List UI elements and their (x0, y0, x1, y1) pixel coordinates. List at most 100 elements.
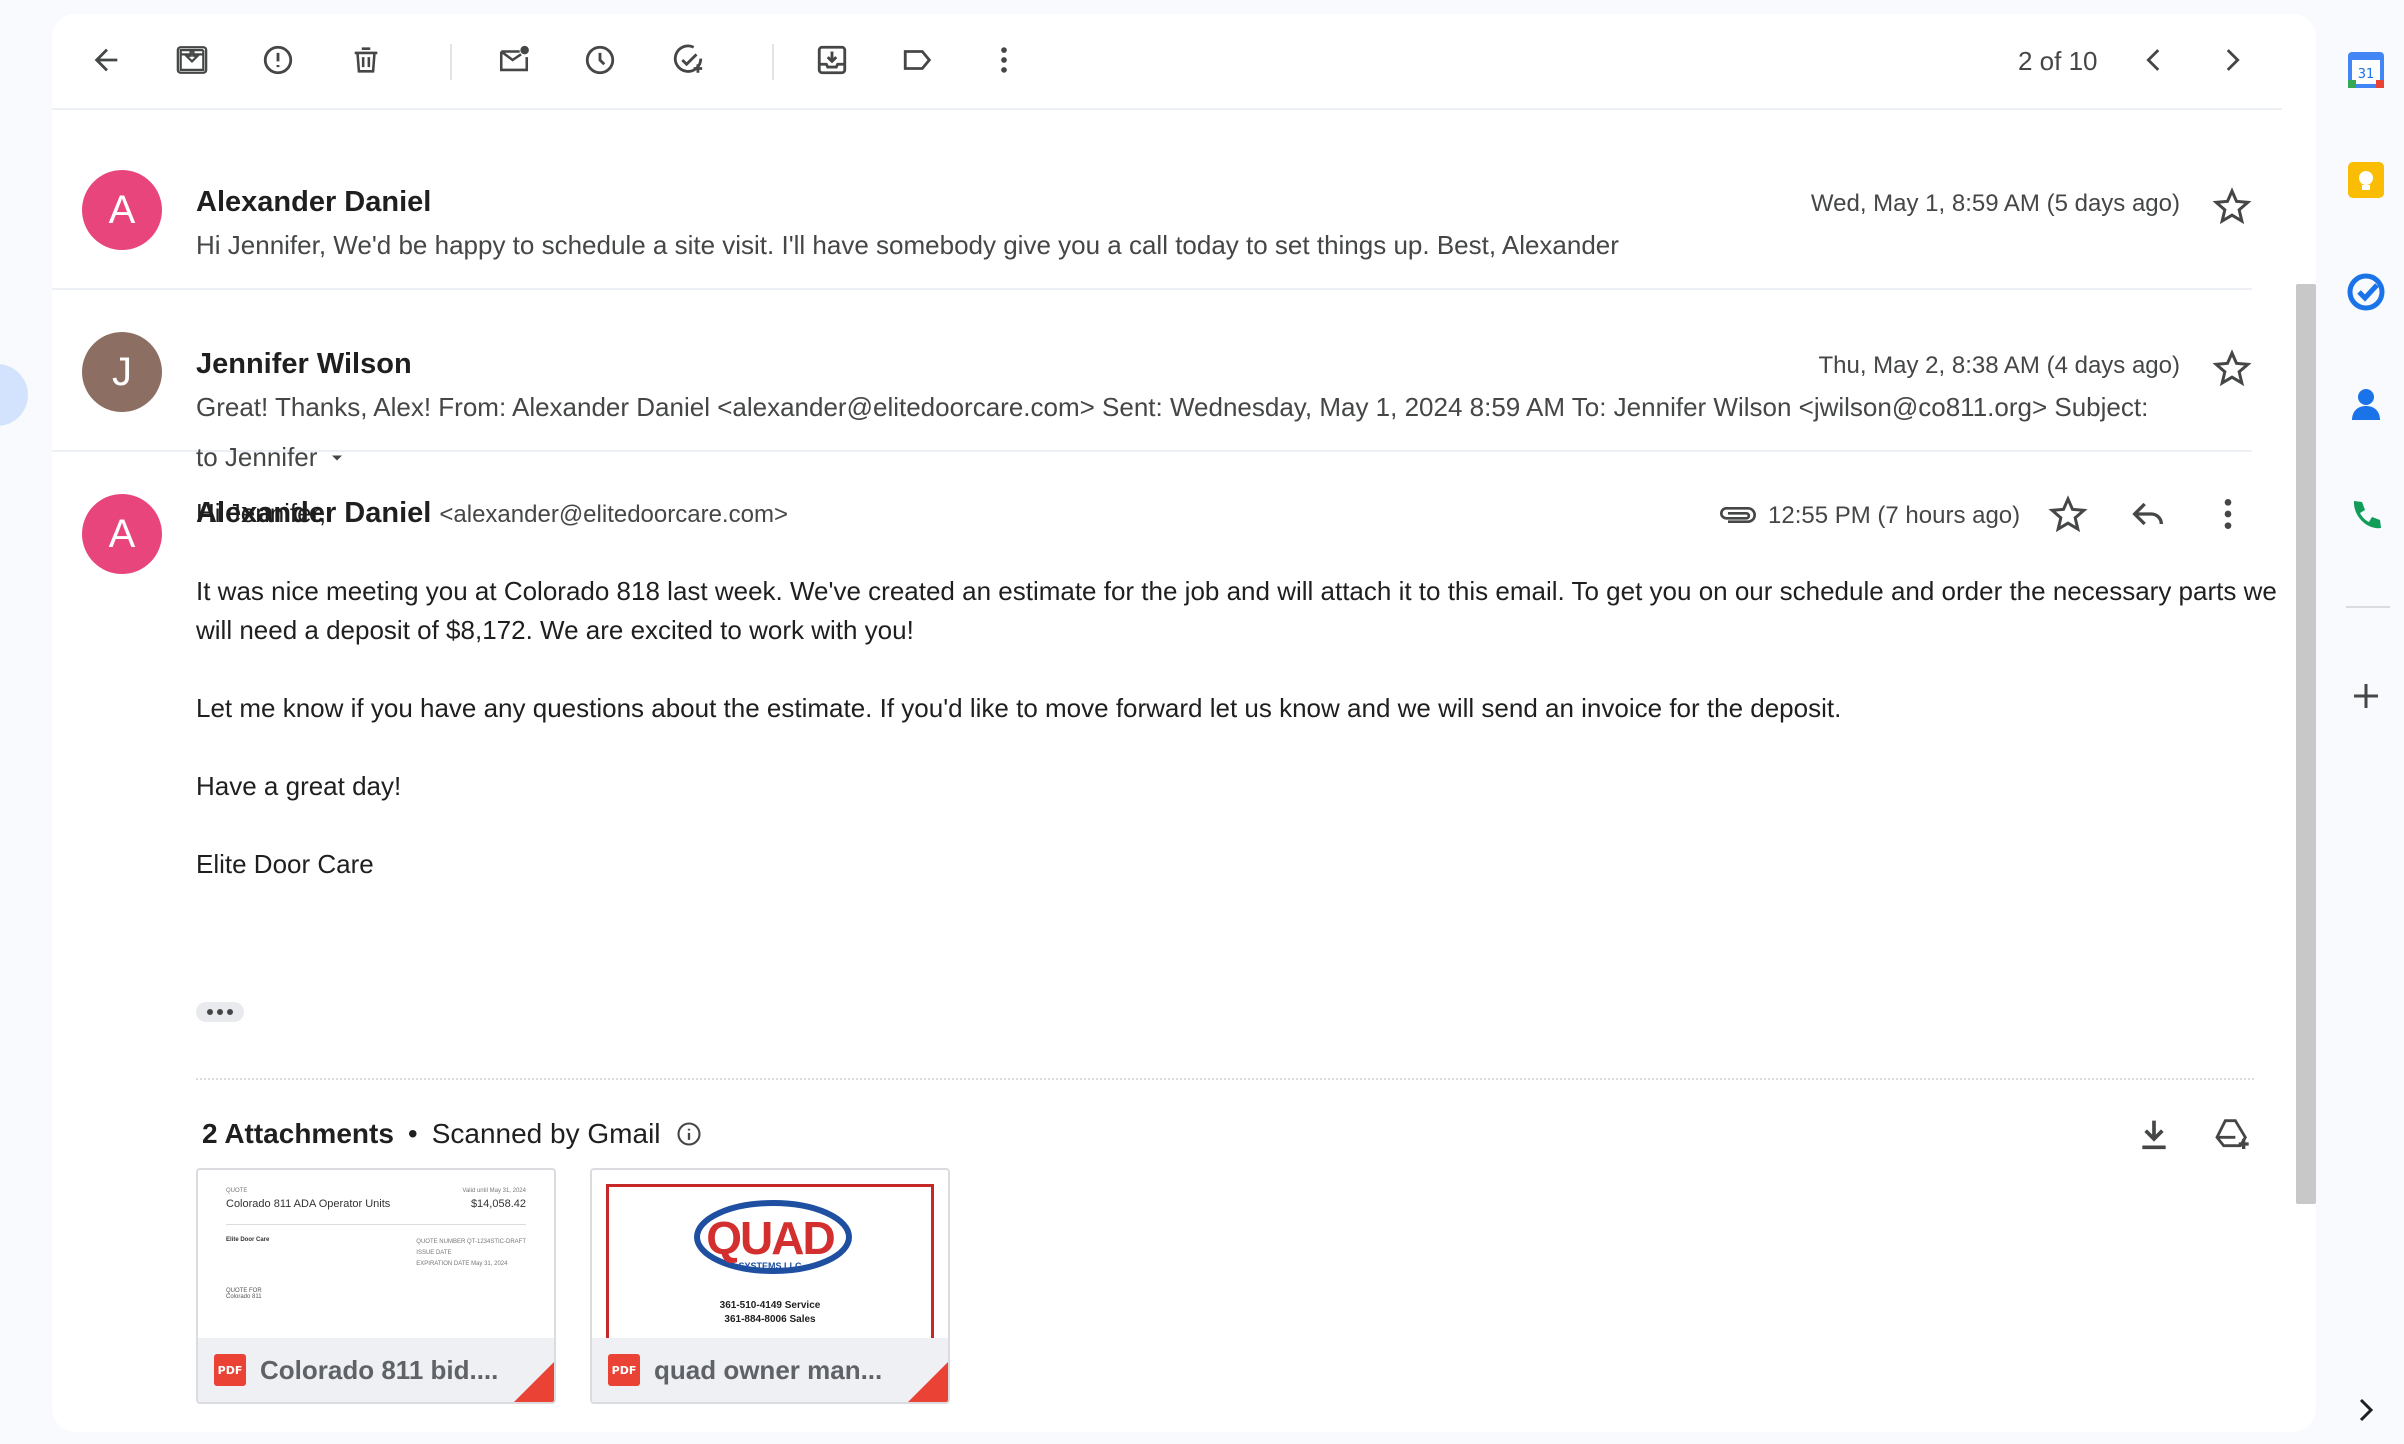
move-to-button[interactable] (808, 36, 856, 84)
pdf-icon: PDF (608, 1354, 640, 1386)
report-icon (263, 45, 293, 75)
archive-button[interactable] (168, 36, 216, 84)
preview-exp-label: EXPIRATION DATE (416, 1261, 470, 1267)
snooze-button[interactable] (576, 36, 624, 84)
message-snippet: Hi Jennifer, We'd be happy to schedule a… (196, 230, 1619, 260)
recipients-toggle[interactable]: to Jennifer (196, 442, 347, 473)
star-button[interactable] (2212, 348, 2252, 388)
chevron-left-icon (2146, 49, 2160, 71)
collapsed-message[interactable]: J Jennifer Wilson Thu, May 2, 8:38 AM (4… (52, 290, 2252, 452)
dot (227, 1009, 233, 1015)
svg-text:31: 31 (2358, 67, 2375, 82)
star-icon (2212, 187, 2252, 225)
body-signature: Elite Door Care (196, 849, 374, 879)
more-actions-button[interactable] (980, 36, 1028, 84)
sender-name: Alexander Daniel (196, 186, 432, 218)
newer-button[interactable] (2130, 36, 2178, 84)
star-icon (2212, 349, 2252, 387)
report-spam-button[interactable] (254, 36, 302, 84)
show-trimmed-content-button[interactable] (196, 1002, 244, 1022)
attachment-name: quad owner man... (654, 1354, 883, 1385)
older-button[interactable] (2208, 36, 2256, 84)
message-snippet: Great! Thanks, Alex! From: Alexander Dan… (196, 392, 2149, 422)
preview-qn: QT-1234STIC-DRAFT (466, 1239, 526, 1245)
toolbar-divider (450, 44, 452, 80)
nav-rail-active-pill[interactable] (0, 364, 28, 426)
labels-button[interactable] (894, 36, 942, 84)
scrollbar-thumb[interactable] (2296, 284, 2316, 1204)
preview-company: Elite Door Care (226, 1237, 270, 1243)
avatar: A (82, 170, 162, 250)
contacts-icon (2352, 389, 2380, 420)
calendar-icon: 31 (2348, 52, 2384, 88)
body-greeting: Hi Jennifer, (196, 498, 327, 528)
caret-down-icon (332, 455, 343, 460)
phone-icon (2353, 501, 2381, 529)
dot (217, 1009, 223, 1015)
message-body: Hi Jennifer, It was nice meeting you at … (196, 494, 2296, 923)
attachment-preview: QUAD SYSTEMS LLC 361-510-4149 Service 36… (606, 1184, 934, 1364)
delete-button[interactable] (342, 36, 390, 84)
body-paragraph: It was nice meeting you at Colorado 818 … (196, 576, 2277, 645)
quad-logo-sub: SYSTEMS LLC (738, 1261, 802, 1271)
calendar-app-button[interactable]: 31 (2346, 50, 2386, 90)
collapsed-message[interactable]: A Alexander Daniel Wed, May 1, 8:59 AM (… (52, 128, 2252, 290)
label-icon (903, 50, 932, 70)
recipients-label: to Jennifer (196, 442, 318, 472)
add-task-button[interactable] (664, 36, 712, 84)
preview-issue-label: ISSUE DATE (416, 1250, 452, 1256)
preview-exp: May 31, 2024 (471, 1261, 508, 1267)
message-toolbar: 2 of 10 (52, 14, 2282, 110)
clock-icon (585, 45, 615, 75)
attachment-card[interactable]: QUOTE Valid until May 31, 2024 Colorado … (196, 1168, 556, 1404)
dot (207, 1009, 213, 1015)
contacts-app-button[interactable] (2346, 384, 2386, 424)
chevron-right-icon (2359, 1398, 2374, 1422)
attachment-name: Colorado 811 bid.... (260, 1354, 499, 1385)
attachment-card[interactable]: QUAD SYSTEMS LLC 361-510-4149 Service 36… (590, 1168, 950, 1404)
trash-icon (354, 47, 378, 73)
quad-phone-service: 361-510-4149 Service (719, 1300, 821, 1311)
attachment-footer: PDF quad owner man... (592, 1338, 948, 1402)
star-button[interactable] (2212, 186, 2252, 226)
body-paragraph: Let me know if you have any questions ab… (196, 693, 1842, 723)
sender-name: Jennifer Wilson (196, 348, 412, 380)
message-panel: 2 of 10 A Alexander Daniel Wed, May 1, 8… (52, 14, 2316, 1432)
add-to-drive-button[interactable] (2212, 1114, 2252, 1154)
download-icon (2142, 1120, 2166, 1150)
body-paragraph: Have a great day! (196, 771, 402, 801)
tasks-app-button[interactable] (2346, 272, 2386, 312)
preview-quote-for: Colorado 811 (226, 1294, 262, 1300)
attachments-count: 2 Attachments (202, 1118, 394, 1149)
back-button[interactable] (82, 36, 130, 84)
keep-icon (2348, 162, 2384, 198)
mail-unread-icon (499, 45, 529, 72)
separator-dot: • (407, 1118, 418, 1149)
chevron-right-icon (2226, 49, 2240, 71)
keep-app-button[interactable] (2346, 160, 2386, 200)
side-panel: 31 (2326, 0, 2404, 1444)
preview-title: Colorado 811 ADA Operator Units (226, 1198, 391, 1210)
scanned-label: Scanned by Gmail (431, 1118, 661, 1149)
add-task-icon (673, 44, 703, 73)
drive-add-icon (2215, 1119, 2249, 1149)
pdf-icon: PDF (214, 1354, 246, 1386)
voice-app-button[interactable] (2346, 496, 2386, 536)
side-panel-divider (2346, 606, 2390, 608)
mark-unread-button[interactable] (490, 36, 538, 84)
quad-logo-text: QUAD (706, 1212, 835, 1264)
attachment-footer: PDF Colorado 811 bid.... (198, 1338, 554, 1402)
info-icon[interactable] (675, 1120, 703, 1148)
hide-side-panel-button[interactable] (2346, 1390, 2386, 1430)
attachment-preview: QUOTE Valid until May 31, 2024 Colorado … (198, 1170, 554, 1318)
preview-quote-label: QUOTE (226, 1188, 248, 1194)
attachments-divider (196, 1078, 2254, 1080)
move-to-inbox-icon (817, 45, 847, 75)
download-all-button[interactable] (2134, 1114, 2174, 1154)
preview-qn-label: QUOTE NUMBER (416, 1239, 466, 1245)
get-addons-button[interactable] (2346, 676, 2386, 716)
pager-count: 2 of 10 (2018, 46, 2098, 76)
preview-valid: Valid until May 31, 2024 (462, 1188, 526, 1194)
toolbar-divider (772, 44, 774, 80)
message-date: Wed, May 1, 8:59 AM (5 days ago) (1810, 190, 2180, 217)
